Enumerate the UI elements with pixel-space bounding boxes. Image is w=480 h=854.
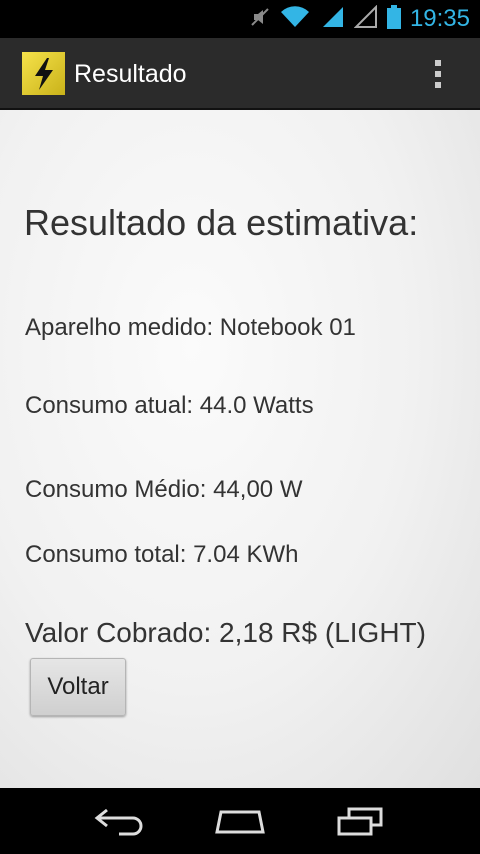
navigation-bar: [0, 788, 480, 854]
status-bar: 19:35: [0, 0, 480, 38]
status-icons: 19:35: [249, 0, 470, 38]
status-time: 19:35: [409, 5, 470, 32]
battery-icon: [386, 4, 401, 34]
charged-value: Valor Cobrado: 2,18 R$ (LIGHT): [25, 617, 426, 648]
total-consumption: Consumo total: 7.04 KWh: [25, 541, 299, 568]
result-content: Resultado da estimativa: Aparelho medido…: [0, 110, 480, 788]
current-consumption: Consumo atual: 44.0 Watts: [25, 392, 314, 419]
page-title: Resultado: [74, 60, 187, 88]
lightning-icon[interactable]: [22, 52, 65, 95]
recent-apps-icon[interactable]: [330, 804, 390, 838]
back-icon[interactable]: [90, 804, 150, 838]
action-bar: Resultado: [0, 38, 480, 110]
mute-icon: [249, 6, 271, 33]
home-icon[interactable]: [210, 804, 270, 838]
signal-icon: [319, 5, 345, 34]
signal-2-icon: [353, 4, 378, 34]
wifi-icon: [280, 5, 310, 34]
device-line: Aparelho medido: Notebook 01: [25, 314, 356, 341]
average-consumption: Consumo Médio: 44,00 W: [25, 476, 303, 503]
back-button[interactable]: Voltar: [30, 658, 126, 716]
overflow-menu-icon[interactable]: [420, 56, 456, 92]
result-heading: Resultado da estimativa:: [24, 202, 419, 243]
